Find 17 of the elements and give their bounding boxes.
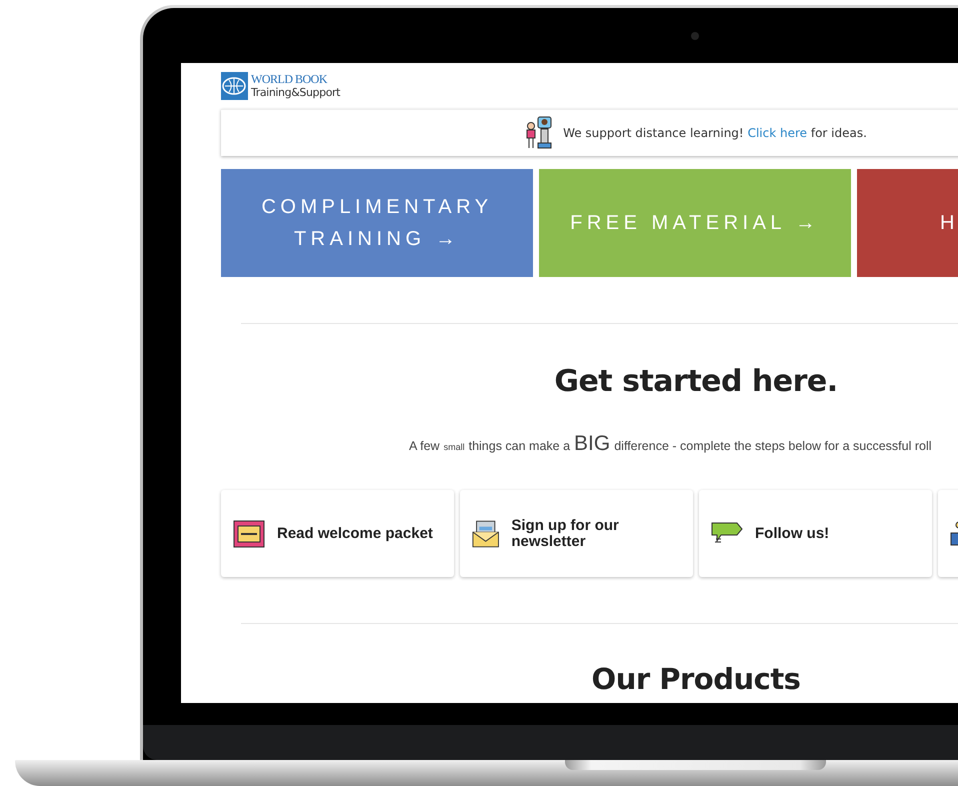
section-heading: Get started here.	[553, 364, 839, 399]
globe-logo-icon	[221, 72, 248, 100]
section-heading: Our Products	[590, 662, 802, 696]
speech-tag-icon	[711, 522, 743, 546]
logo-title: WORLD BOOK	[251, 73, 328, 86]
notice-text: We support distance learning! Click here for ideas.	[563, 126, 867, 140]
envelope-icon	[472, 518, 500, 548]
people-icon	[525, 116, 554, 150]
step-card[interactable]: Read welcome packet	[221, 490, 454, 577]
subtitle-text: A few small things can make a BIG difference - complete the steps below for a successful roll	[408, 431, 933, 457]
step-card[interactable]: Follow us!	[699, 490, 932, 577]
promo-tile[interactable]: H	[857, 169, 958, 277]
click-here-link[interactable]: Click here	[748, 126, 808, 140]
logo-subtitle: Training&Support	[251, 86, 340, 99]
step-card[interactable]: Sign up for our newsletter	[460, 490, 693, 577]
welcome-mat-icon	[233, 520, 265, 548]
promo-tile[interactable]: COMPLIMENTARY TRAINING →	[221, 169, 533, 277]
